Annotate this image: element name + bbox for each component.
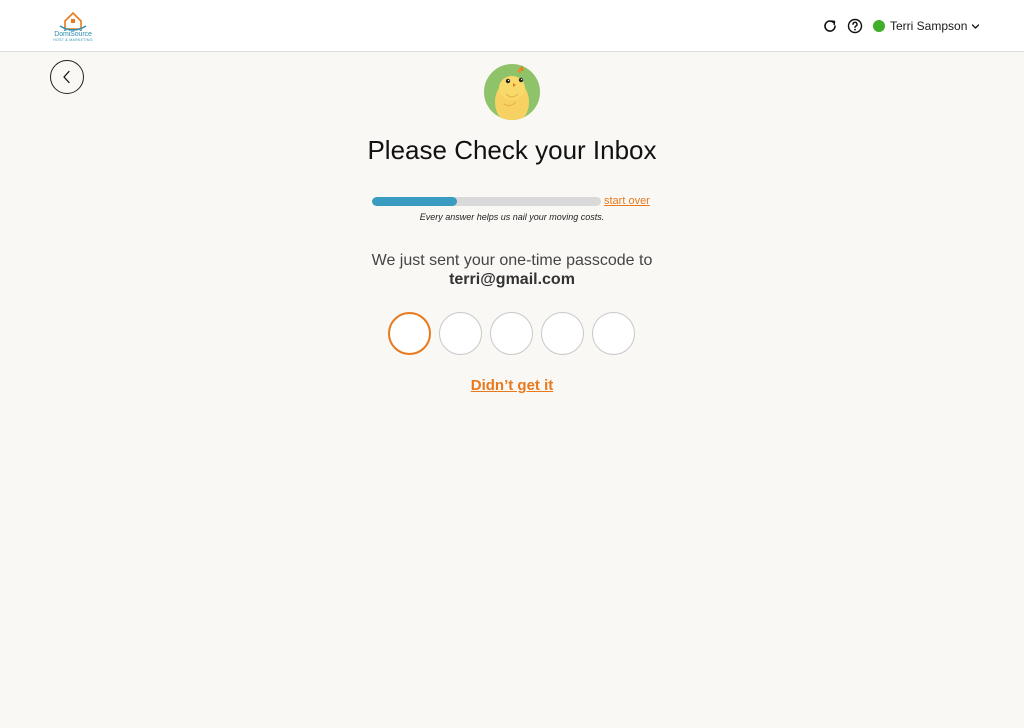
start-over-link[interactable]: start over <box>604 195 650 207</box>
online-status-indicator <box>873 20 885 32</box>
mascot-avatar <box>484 64 540 120</box>
logo-tagline: HOST & MARKETING <box>53 38 93 42</box>
user-menu[interactable]: Terri Sampson <box>873 17 980 35</box>
passcode-sent-text: We just sent your one-time passcode to <box>371 252 653 269</box>
top-header: DomiSource HOST & MARKETING Terri Sampso… <box>0 0 1024 52</box>
progress-bar-fill <box>372 197 457 206</box>
recipient-email: terri@gmail.com <box>449 271 575 288</box>
user-name: Terri Sampson <box>890 19 968 33</box>
logo-wordmark: DomiSource <box>54 31 92 38</box>
back-button[interactable] <box>50 60 84 94</box>
chevron-left-icon <box>63 70 70 84</box>
otp-digit-3[interactable] <box>490 312 533 355</box>
otp-digit-5[interactable] <box>592 312 635 355</box>
house-logo-icon <box>59 11 87 31</box>
help-icon[interactable] <box>847 18 863 34</box>
chevron-down-icon <box>972 23 980 29</box>
otp-digit-2[interactable] <box>439 312 482 355</box>
otp-digit-4[interactable] <box>541 312 584 355</box>
refresh-icon[interactable] <box>822 18 838 34</box>
otp-digit-1[interactable] <box>388 312 431 355</box>
progress-note: Every answer helps us nail your moving c… <box>419 212 605 222</box>
page-title: Please Check your Inbox <box>367 135 657 165</box>
chick-mascot-icon <box>484 64 540 120</box>
progress-bar <box>372 197 601 206</box>
domisource-logo[interactable]: DomiSource HOST & MARKETING <box>50 9 96 43</box>
resend-code-link[interactable]: Didn’t get it <box>0 377 1024 394</box>
